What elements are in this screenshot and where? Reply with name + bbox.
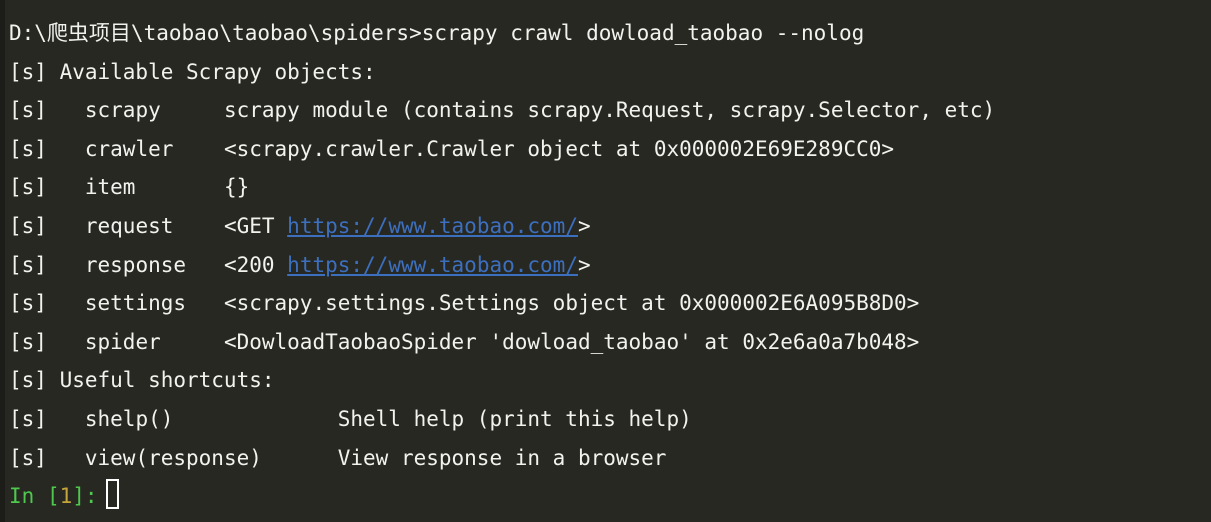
scrapy-shell-terminal[interactable]: D:\爬虫项目\taobao\taobao\spiders>scrapy cra… — [0, 0, 1211, 522]
ipython-prompt-colon: : — [84, 484, 98, 509]
ipython-prompt-label: In — [9, 484, 35, 509]
response-url-link[interactable]: https://www.taobao.com/ — [287, 253, 578, 277]
terminal-line-object-response: [s] response <200 https://www.taobao.com… — [9, 246, 1211, 285]
object-marker: [s] — [9, 291, 47, 316]
terminal-line-shortcut-shelp: [s] shelp() Shell help (print this help) — [9, 400, 1211, 439]
terminal-line-shortcuts-header: [s] Useful shortcuts: — [9, 361, 1211, 400]
object-marker: [s] — [9, 98, 47, 123]
terminal-left-border — [0, 0, 5, 522]
shortcut-description: View response in a browser — [337, 445, 667, 470]
object-name: item — [46, 175, 224, 200]
object-marker: [s] — [9, 329, 47, 354]
object-name: spider — [46, 329, 224, 354]
command-prompt-text: D:\爬虫项目\taobao\taobao\spiders>scrapy cra… — [9, 21, 865, 45]
object-value-tail: > — [577, 213, 591, 238]
terminal-line-shortcut-view: [s] view(response) View response in a br… — [9, 439, 1211, 478]
terminal-screen: D:\爬虫项目\taobao\taobao\spiders>scrapy cra… — [9, 14, 1211, 516]
object-marker: [s] — [9, 136, 47, 161]
terminal-line-object-item: [s] item {} — [9, 168, 1211, 207]
object-value: <scrapy.settings.Settings object at 0x00… — [223, 291, 920, 316]
available-objects-header: [s] Available Scrapy objects: — [9, 59, 376, 84]
object-value: scrapy module (contains scrapy.Request, … — [223, 98, 996, 123]
useful-shortcuts-header: [s] Useful shortcuts: — [9, 368, 275, 393]
ipython-prompt-number: 1 — [59, 484, 73, 509]
terminal-line-command: D:\爬虫项目\taobao\taobao\spiders>scrapy cra… — [9, 14, 1211, 53]
object-name: request — [46, 213, 224, 238]
shortcut-marker: [s] — [9, 406, 47, 431]
terminal-line-object-request: [s] request <GET https://www.taobao.com/… — [9, 207, 1211, 246]
object-name: scrapy — [46, 98, 224, 123]
object-marker: [s] — [9, 175, 47, 200]
terminal-line-object-scrapy: [s] scrapy scrapy module (contains scrap… — [9, 91, 1211, 130]
shortcut-description: Shell help (print this help) — [337, 406, 692, 431]
terminal-line-objects-header: [s] Available Scrapy objects: — [9, 53, 1211, 92]
object-name: crawler — [46, 136, 224, 161]
terminal-line-object-crawler: [s] crawler <scrapy.crawler.Crawler obje… — [9, 130, 1211, 169]
terminal-line-object-settings: [s] settings <scrapy.settings.Settings o… — [9, 284, 1211, 323]
ipython-prompt-open-bracket: [ — [34, 484, 60, 509]
object-name: response — [46, 252, 224, 277]
request-url-link[interactable]: https://www.taobao.com/ — [287, 214, 578, 238]
text-cursor — [105, 479, 119, 510]
shortcut-marker: [s] — [9, 445, 47, 470]
object-value-tail: > — [577, 252, 591, 277]
shortcut-name: view(response) — [46, 445, 338, 470]
object-name: settings — [46, 291, 224, 316]
object-marker: [s] — [9, 252, 47, 277]
object-value: <200 — [223, 252, 288, 277]
terminal-line-object-spider: [s] spider <DowloadTaobaoSpider 'dowload… — [9, 323, 1211, 362]
object-value: <GET — [223, 213, 288, 238]
object-marker: [s] — [9, 213, 47, 238]
object-value: <scrapy.crawler.Crawler object at 0x0000… — [223, 136, 895, 161]
shortcut-name: shelp() — [46, 406, 338, 431]
ipython-prompt-close-bracket: ] — [72, 484, 85, 509]
terminal-line-input-prompt[interactable]: In [1]: — [9, 477, 1211, 516]
object-value: <DowloadTaobaoSpider 'dowload_taobao' at… — [223, 329, 920, 354]
object-value: {} — [223, 175, 250, 200]
